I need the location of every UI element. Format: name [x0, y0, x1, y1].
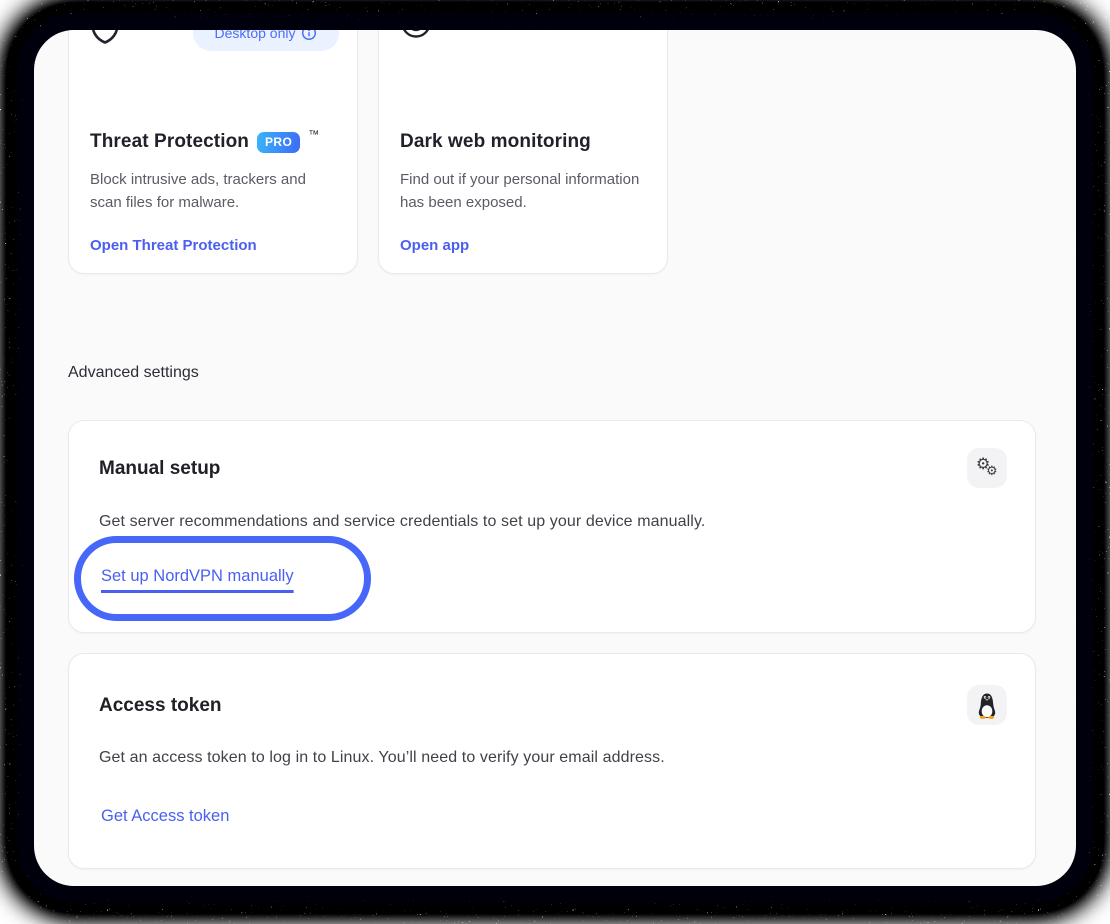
info-icon[interactable]: [301, 30, 317, 41]
feature-card-title: Dark web monitoring: [400, 131, 591, 153]
setup-nordvpn-manually-link[interactable]: Set up NordVPN manually: [101, 567, 294, 586]
advanced-settings-heading: Advanced settings: [68, 364, 199, 382]
feature-card-description: Block intrusive ads, trackers and scan f…: [90, 168, 338, 214]
desktop-only-label: Desktop only: [215, 30, 296, 41]
gears-icon: ⚙ ⚙: [967, 448, 1007, 488]
access-token-card: Access token Get an acc: [68, 653, 1036, 869]
desktop-only-badge[interactable]: Desktop only: [193, 30, 339, 51]
linux-tux-icon: [967, 685, 1007, 725]
dark-web-monitor-icon: [399, 30, 433, 47]
manual-setup-description: Get server recommendations and service c…: [99, 513, 705, 531]
shield-icon: [90, 30, 120, 49]
settings-page: Desktop only Threat Protection PRO ™ Blo…: [34, 30, 1076, 886]
feature-card-description: Find out if your personal information ha…: [400, 168, 648, 214]
pro-badge: PRO: [257, 132, 300, 153]
feature-card-title-row: Threat Protection PRO ™: [90, 131, 319, 153]
manual-setup-card: Manual setup ⚙ ⚙ Get server recommendati…: [68, 420, 1036, 633]
open-threat-protection-link[interactable]: Open Threat Protection: [90, 237, 257, 254]
manual-setup-title: Manual setup: [99, 458, 220, 480]
access-token-title: Access token: [99, 695, 222, 717]
threat-protection-card: Desktop only Threat Protection PRO ™ Blo…: [68, 30, 358, 274]
get-access-token-link[interactable]: Get Access token: [101, 807, 229, 826]
screenshot-canvas: Desktop only Threat Protection PRO ™ Blo…: [0, 0, 1110, 924]
trademark-symbol: ™: [308, 129, 319, 141]
access-token-description: Get an access token to log in to Linux. …: [99, 749, 665, 767]
feature-card-title: Threat Protection: [90, 131, 249, 153]
open-app-link[interactable]: Open app: [400, 237, 469, 254]
feature-card-title-row: Dark web monitoring: [400, 131, 591, 153]
dark-web-monitoring-card: Dark web monitoring Find out if your per…: [378, 30, 668, 274]
